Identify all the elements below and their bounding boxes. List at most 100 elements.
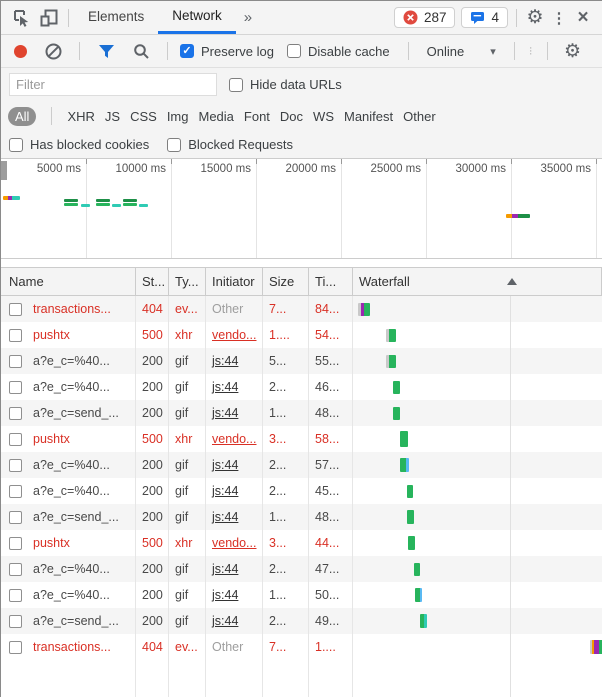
request-name-cell: a?e_c=%40... — [1, 484, 136, 498]
type-filter-doc[interactable]: Doc — [280, 109, 303, 124]
table-row[interactable]: a?e_c=send_... 200 gif js:44 1... 48... — [1, 504, 602, 530]
timeline-overview[interactable]: 5000 ms 10000 ms 15000 ms 20000 ms 25000 ms 3… — [1, 159, 602, 259]
status-cell: 500 — [142, 432, 163, 446]
console-count-badge[interactable]: 4 — [461, 7, 508, 28]
row-checkbox[interactable] — [9, 510, 22, 524]
disable-cache-label[interactable]: Disable cache — [308, 44, 390, 59]
type-filter-media[interactable]: Media — [198, 109, 233, 124]
error-count-badge[interactable]: 287 — [393, 7, 456, 28]
type-filter-css[interactable]: CSS — [130, 109, 157, 124]
overview-gridline — [341, 159, 342, 258]
row-checkbox[interactable] — [9, 406, 22, 420]
devtools-tab-bar: Elements Network » 287 4 ⚙ ⋮ × — [1, 1, 602, 35]
column-header-ty[interactable]: Ty... — [169, 268, 206, 295]
preserve-log-checkbox[interactable]: ✓ — [180, 44, 194, 58]
status-cell: 200 — [142, 562, 163, 576]
row-checkbox[interactable] — [9, 380, 22, 394]
request-timing-bar — [386, 328, 396, 342]
request-timing-bar — [123, 203, 137, 206]
table-row[interactable]: pushtx 500 xhr vendo... 1.... 54... — [1, 322, 602, 348]
throttling-dropdown[interactable]: Online ▾ — [421, 44, 502, 59]
has-blocked-cookies-checkbox[interactable] — [9, 137, 23, 152]
network-settings-gear-icon[interactable]: ⚙ — [560, 40, 586, 63]
row-checkbox[interactable] — [9, 614, 22, 628]
blocked-requests-group[interactable]: Blocked Requests — [167, 137, 293, 152]
row-checkbox[interactable] — [9, 588, 22, 602]
table-row[interactable]: pushtx 500 xhr vendo... 3... 58... — [1, 426, 602, 452]
more-tabs-icon[interactable]: » — [236, 9, 260, 26]
hide-data-urls-group[interactable]: Hide data URLs — [229, 77, 342, 92]
blocked-requests-checkbox[interactable] — [167, 137, 182, 152]
table-row[interactable]: a?e_c=%40... 200 gif js:44 2... 47... — [1, 556, 602, 582]
timing-segment — [112, 204, 121, 207]
overview-gridline — [86, 159, 87, 258]
clear-icon[interactable] — [39, 37, 67, 65]
sort-ascending-icon[interactable] — [507, 278, 517, 285]
column-header-waterfall[interactable]: Waterfall — [353, 268, 602, 295]
hide-data-urls-checkbox[interactable] — [229, 77, 243, 92]
throttling-value: Online — [426, 43, 465, 59]
table-row[interactable]: a?e_c=send_... 200 gif js:44 2... 49... — [1, 608, 602, 634]
table-row[interactable]: a?e_c=%40... 200 gif js:44 5... 55... — [1, 348, 602, 374]
time-cell: 45... — [315, 484, 340, 498]
divider — [546, 42, 548, 60]
row-checkbox[interactable] — [9, 458, 22, 472]
table-row[interactable]: a?e_c=%40... 200 gif js:44 2... 46... — [1, 374, 602, 400]
request-timing-bar — [414, 562, 420, 576]
type-cell: gif — [175, 562, 189, 576]
row-checkbox[interactable] — [9, 302, 22, 316]
table-row[interactable]: pushtx 500 xhr vendo... 3... 44... — [1, 530, 602, 556]
initiator-cell: js:44 — [212, 588, 239, 602]
kebab-menu-icon[interactable]: ⋮ — [548, 9, 570, 27]
row-checkbox[interactable] — [9, 640, 22, 654]
request-timing-bar — [386, 354, 396, 368]
table-row[interactable]: a?e_c=%40... 200 gif js:44 2... 45... — [1, 478, 602, 504]
has-blocked-cookies-group[interactable]: Has blocked cookies — [9, 137, 149, 152]
tab-elements[interactable]: Elements — [74, 1, 158, 34]
search-icon[interactable] — [127, 37, 155, 65]
disable-cache-checkbox[interactable] — [286, 44, 301, 58]
size-cell: 3... — [269, 536, 287, 550]
overview-scroll-thumb[interactable] — [1, 161, 7, 180]
request-name-cell: a?e_c=send_... — [1, 406, 136, 420]
import-har-icon[interactable]: ⁝ — [527, 44, 535, 58]
request-timing-bar — [393, 380, 400, 394]
row-checkbox[interactable] — [9, 328, 22, 342]
toggle-device-toolbar-icon[interactable] — [35, 4, 63, 32]
column-header-st[interactable]: St... — [136, 268, 169, 295]
settings-gear-icon[interactable]: ⚙ — [522, 6, 548, 29]
inspect-element-icon[interactable] — [7, 4, 35, 32]
close-icon[interactable]: × — [570, 7, 596, 29]
size-cell: 2... — [269, 484, 287, 498]
type-filter-manifest[interactable]: Manifest — [344, 109, 393, 124]
type-filter-xhr[interactable]: XHR — [67, 109, 94, 124]
table-row[interactable]: a?e_c=send_... 200 gif js:44 1... 48... — [1, 400, 602, 426]
preserve-log-label[interactable]: Preserve log — [201, 44, 274, 59]
record-button[interactable] — [14, 44, 27, 58]
column-header-size[interactable]: Size — [263, 268, 309, 295]
type-filter-other[interactable]: Other — [403, 109, 436, 124]
column-header-ti[interactable]: Ti... — [309, 268, 353, 295]
row-checkbox[interactable] — [9, 562, 22, 576]
filter-funnel-icon[interactable] — [92, 37, 120, 65]
row-checkbox[interactable] — [9, 536, 22, 550]
time-cell: 44... — [315, 536, 340, 550]
type-filter-ws[interactable]: WS — [313, 109, 334, 124]
tab-network[interactable]: Network — [158, 1, 236, 34]
row-checkbox[interactable] — [9, 354, 22, 368]
table-row[interactable]: transactions... 404 ev... Other 7... 84... — [1, 296, 602, 322]
type-filter-img[interactable]: Img — [167, 109, 189, 124]
timing-segment — [408, 536, 415, 550]
table-row[interactable]: a?e_c=%40... 200 gif js:44 2... 57... — [1, 452, 602, 478]
filter-input[interactable] — [9, 73, 217, 96]
table-row[interactable]: transactions... 404 ev... Other 7... 1.... — [1, 634, 602, 660]
table-row[interactable]: a?e_c=%40... 200 gif js:44 1... 50... — [1, 582, 602, 608]
column-header-name[interactable]: Name — [1, 268, 136, 295]
type-filter-font[interactable]: Font — [244, 109, 270, 124]
column-header-initiator[interactable]: Initiator — [206, 268, 263, 295]
timing-segment — [400, 431, 408, 447]
type-filter-js[interactable]: JS — [105, 109, 120, 124]
row-checkbox[interactable] — [9, 432, 22, 446]
row-checkbox[interactable] — [9, 484, 22, 498]
type-filter-all[interactable]: All — [8, 106, 37, 126]
